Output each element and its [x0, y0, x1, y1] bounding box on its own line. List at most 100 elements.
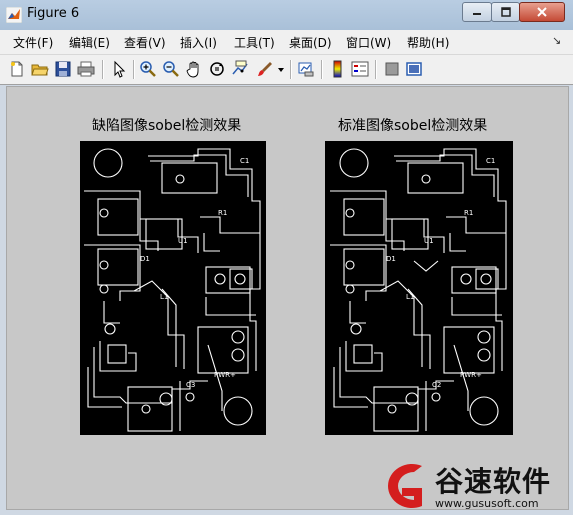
zoom-in-icon[interactable] [139, 60, 157, 78]
link-plot-icon[interactable] [297, 60, 315, 78]
trace [446, 216, 506, 234]
pad-block [475, 268, 499, 290]
colorbar-icon[interactable] [328, 60, 346, 78]
close-icon [537, 7, 547, 17]
pad [231, 348, 245, 362]
maximize-button[interactable] [491, 2, 520, 22]
pad [480, 273, 492, 285]
trace [449, 233, 466, 252]
pad [141, 404, 151, 414]
figure-window: Figure 6 文件(F) 编辑(E) 查看(V) 插入(I) 工具(T) 桌… [0, 0, 573, 515]
trace [84, 190, 159, 251]
menu-tools[interactable]: 工具(T) [234, 34, 275, 51]
pad [231, 330, 245, 344]
data-cursor-icon[interactable] [231, 60, 249, 78]
pad [477, 330, 491, 344]
window-title: Figure 6 [27, 6, 80, 21]
menu-edit[interactable]: 编辑(E) [69, 34, 110, 51]
component-pad [343, 248, 385, 286]
pad [99, 284, 109, 294]
menu-view[interactable]: 查看(V) [124, 34, 166, 51]
standard-sobel-image: C1 R1 U1 L1 D1 PWR+ C2 [325, 141, 513, 435]
label-c3: C3 [186, 381, 195, 389]
toolbar-separator [133, 60, 135, 79]
label-d1: D1 [140, 255, 150, 263]
pad [345, 260, 355, 270]
pad [99, 208, 109, 218]
chip-c1 [161, 162, 218, 194]
watermark-name: 谷速软件 [435, 465, 552, 498]
menu-file[interactable]: 文件(F) [13, 34, 53, 51]
zoom-out-icon[interactable] [162, 60, 180, 78]
dropdown-icon[interactable] [276, 60, 286, 78]
pad [234, 273, 246, 285]
component-pad [97, 248, 139, 286]
new-file-icon[interactable] [8, 60, 26, 78]
trace [413, 260, 439, 272]
pad [421, 174, 431, 184]
chip-c1 [407, 162, 464, 194]
pad [387, 404, 397, 414]
toolbar-separator [290, 60, 292, 79]
trace [339, 347, 454, 404]
legend-icon[interactable] [351, 60, 369, 78]
pad [431, 392, 441, 402]
trace [150, 154, 249, 197]
u1 [391, 218, 429, 250]
hide-plot-tools-icon[interactable] [383, 60, 401, 78]
close-button[interactable] [519, 2, 565, 22]
menu-insert[interactable]: 插入(I) [180, 34, 217, 51]
pad [350, 323, 362, 335]
title-bar: Figure 6 [0, 0, 573, 30]
pad-block [229, 268, 253, 290]
figure-toolbar [0, 55, 573, 85]
pad [345, 208, 355, 218]
trace [87, 367, 122, 408]
trace [330, 244, 387, 301]
trace [203, 233, 220, 252]
diode [107, 344, 127, 364]
trace [93, 347, 208, 404]
show-plot-tools-icon[interactable] [405, 60, 423, 78]
menu-dock-arrow-icon[interactable]: ↘ [552, 34, 561, 47]
pad [345, 284, 355, 294]
pad [477, 348, 491, 362]
mount-hole-top [339, 148, 369, 178]
menu-desktop[interactable]: 桌面(D) [289, 34, 332, 51]
select-arrow-icon[interactable] [110, 60, 128, 78]
pad [175, 174, 185, 184]
diode [353, 344, 373, 364]
menu-window[interactable]: 窗口(W) [346, 34, 391, 51]
trace [333, 367, 368, 408]
pad [214, 273, 226, 285]
menu-help[interactable]: 帮助(H) [407, 34, 449, 51]
label-u1: U1 [178, 237, 188, 245]
pad [185, 392, 195, 402]
minimize-icon [473, 13, 481, 15]
label-pwr: PWR+ [214, 371, 236, 379]
trace [103, 301, 120, 324]
toolbar-separator [102, 60, 104, 79]
pad [99, 260, 109, 270]
print-icon[interactable] [77, 60, 95, 78]
brush-icon[interactable] [256, 60, 274, 78]
trace [84, 244, 141, 301]
label-r1: R1 [218, 209, 227, 217]
minimize-button[interactable] [462, 2, 492, 22]
trace [386, 218, 445, 253]
pad [460, 273, 472, 285]
pan-hand-icon[interactable] [185, 60, 203, 78]
label-l1: L1 [160, 293, 168, 301]
trace [205, 297, 256, 316]
trace [451, 297, 502, 316]
u1 [145, 218, 183, 250]
mount-hole-bottom [223, 396, 253, 426]
save-icon[interactable] [54, 60, 72, 78]
trace [396, 154, 495, 197]
rotate-3d-icon[interactable] [208, 60, 226, 78]
label-c1: C1 [240, 157, 249, 165]
trace [148, 148, 261, 371]
open-folder-icon[interactable] [31, 60, 49, 78]
matlab-icon [6, 7, 22, 23]
menu-bar: 文件(F) 编辑(E) 查看(V) 插入(I) 工具(T) 桌面(D) 窗口(W… [0, 30, 573, 55]
